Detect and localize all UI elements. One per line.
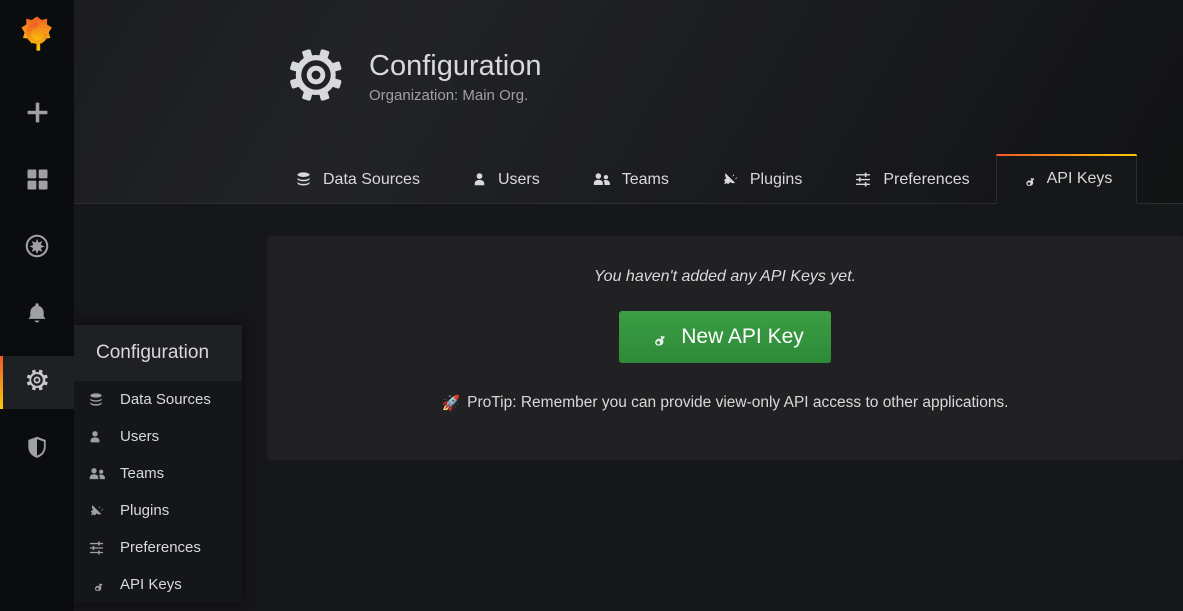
sidebar-item-alerting[interactable] [0, 289, 74, 342]
user-icon [88, 429, 110, 445]
page-title: Configuration [369, 50, 542, 83]
gear-icon [285, 44, 347, 111]
new-api-key-button[interactable]: New API Key [619, 311, 831, 363]
flyout-item-label: API Keys [120, 576, 182, 593]
flyout-item-teams[interactable]: Teams [74, 455, 242, 492]
api-keys-empty-panel: You haven't added any API Keys yet. New … [267, 236, 1183, 460]
flyout-item-label: Data Sources [120, 391, 211, 408]
flyout-item-label: Users [120, 428, 160, 445]
database-icon [88, 392, 110, 408]
tab-data-sources[interactable]: Data Sources [269, 155, 446, 204]
tab-label: Data Sources [323, 170, 420, 188]
new-api-key-label: New API Key [681, 325, 804, 348]
page-header: Configuration Organization: Main Org. Da… [74, 0, 1183, 204]
dashboards-icon [25, 167, 50, 197]
empty-state-message: You haven't added any API Keys yet. [593, 268, 857, 285]
flyout-item-label: Plugins [120, 502, 170, 519]
sidebar-item-explore[interactable] [0, 222, 74, 275]
flyout-item-api-keys[interactable]: API Keys [74, 566, 242, 603]
config-tab-bar: Data Sources Users Teams Plugins Prefere… [269, 154, 1138, 204]
flyout-item-label: Teams [120, 465, 165, 482]
app-root: Configuration Organization: Main Org. Da… [0, 0, 1183, 611]
protip: 🚀 ProTip: Remember you can provide view-… [441, 394, 1008, 412]
tab-plugins[interactable]: Plugins [695, 155, 828, 204]
database-icon [295, 171, 312, 188]
users-icon [592, 171, 611, 188]
key-icon [88, 576, 110, 593]
user-icon [472, 171, 487, 188]
flyout-item-label: Preferences [120, 539, 201, 556]
key-icon [646, 326, 667, 348]
sidebar-item-configuration[interactable] [0, 356, 74, 409]
flyout-header[interactable]: Configuration [74, 325, 242, 381]
sidebar-item-create[interactable] [0, 88, 74, 141]
flyout-item-plugins[interactable]: Plugins [74, 492, 242, 529]
plus-icon [25, 100, 50, 130]
tab-preferences[interactable]: Preferences [828, 155, 995, 204]
tab-label: Plugins [749, 170, 803, 188]
compass-icon [24, 233, 50, 264]
page-subtitle: Organization: Main Org. [369, 86, 529, 104]
configuration-flyout-menu: Configuration Data Sources Users Teams P… [74, 325, 242, 603]
side-navigation [0, 0, 74, 611]
bell-icon [25, 301, 49, 331]
page-header-title-row: Configuration Organization: Main Org. [285, 44, 542, 111]
flyout-item-users[interactable]: Users [74, 418, 242, 455]
tab-api-keys[interactable]: API Keys [995, 154, 1138, 204]
page-header-text: Configuration Organization: Main Org. [369, 50, 542, 104]
protip-text: ProTip: Remember you can provide view-on… [467, 394, 1009, 411]
plug-icon [721, 171, 739, 188]
sliders-icon [88, 540, 110, 556]
gear-icon [24, 367, 50, 398]
tab-label: Preferences [883, 170, 970, 188]
rocket-icon: 🚀 [441, 395, 461, 412]
tab-label: Teams [621, 170, 669, 188]
tab-teams[interactable]: Teams [566, 155, 695, 204]
users-icon [88, 466, 110, 482]
tab-label: API Keys [1046, 170, 1113, 187]
tab-users[interactable]: Users [446, 155, 566, 204]
sidebar-item-server-admin[interactable] [0, 423, 74, 476]
sidebar-item-dashboards[interactable] [0, 155, 74, 208]
flyout-item-preferences[interactable]: Preferences [74, 529, 242, 566]
grafana-logo[interactable] [0, 0, 74, 74]
sliders-icon [854, 171, 872, 188]
key-icon [1019, 170, 1036, 188]
tab-label: Users [497, 170, 540, 188]
shield-icon [25, 434, 49, 465]
flyout-item-data-sources[interactable]: Data Sources [74, 381, 242, 418]
plug-icon [88, 503, 110, 519]
